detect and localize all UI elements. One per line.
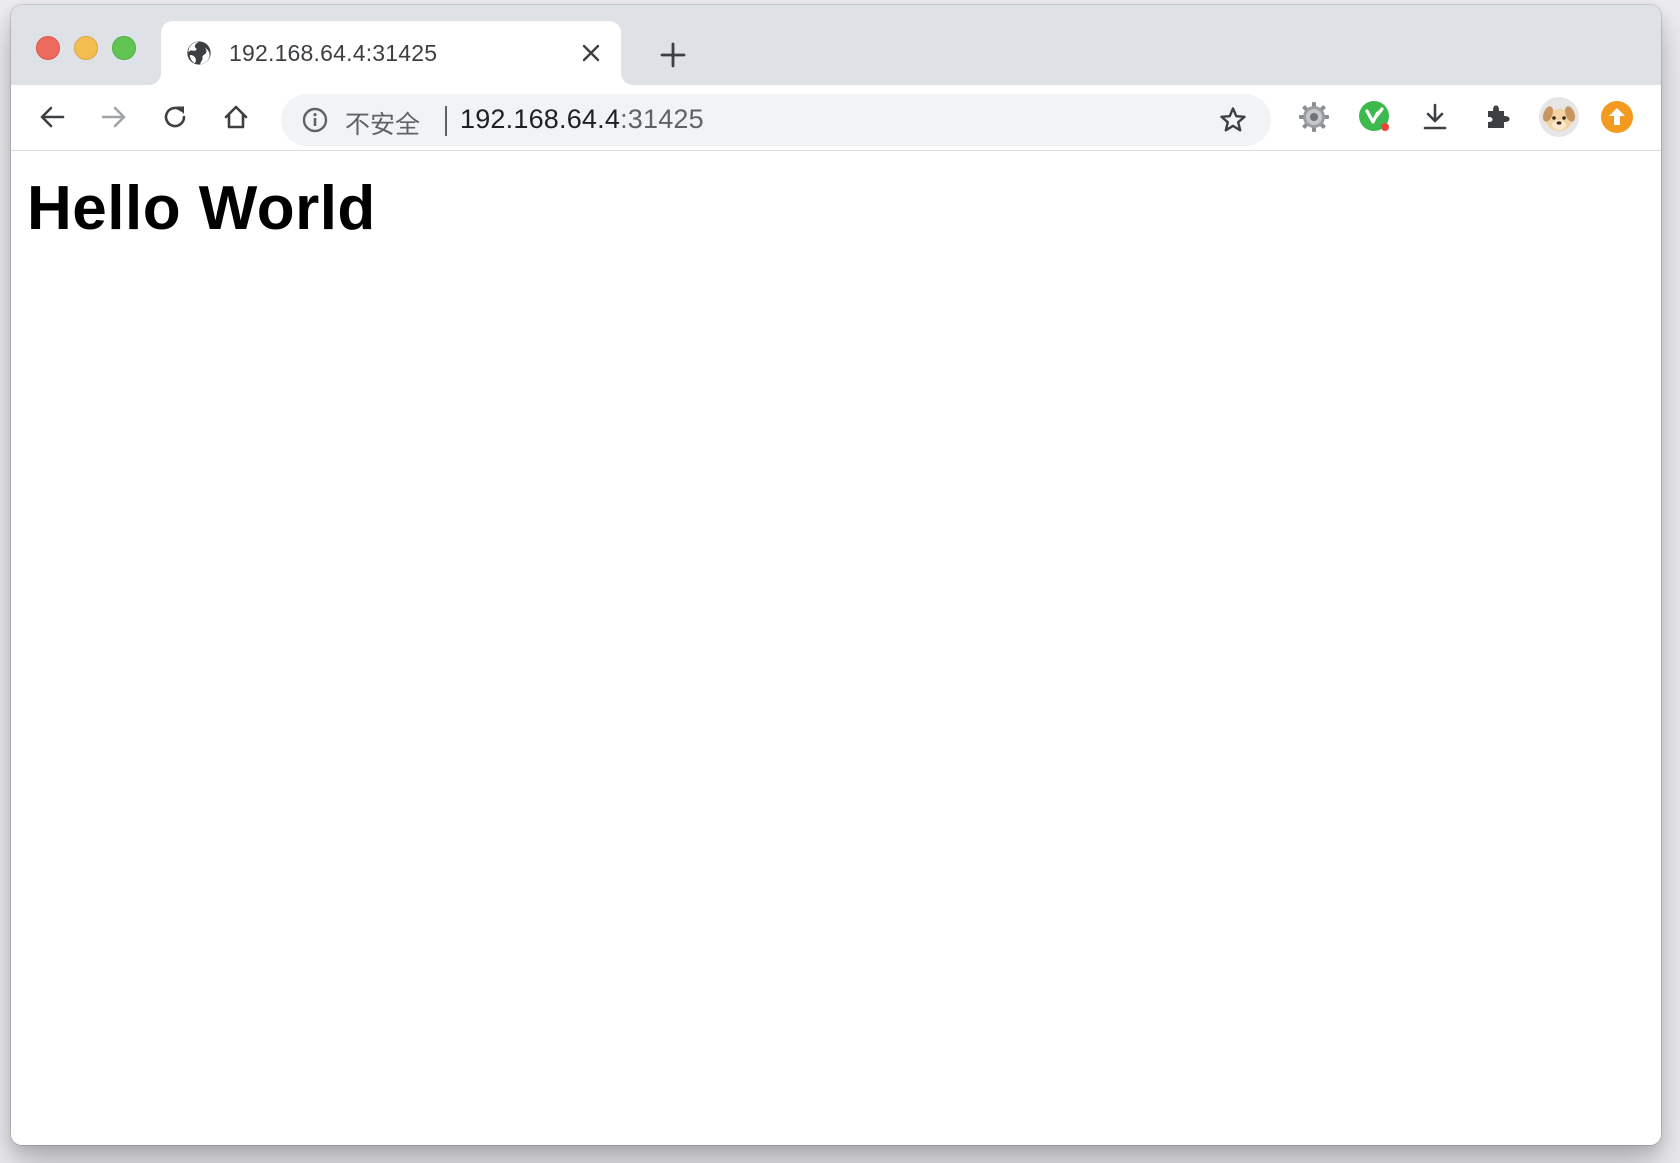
tab-title: 192.168.64.4:31425 xyxy=(229,40,438,66)
gear-extension-icon xyxy=(1298,101,1330,133)
reload-button[interactable] xyxy=(158,100,192,134)
back-button[interactable] xyxy=(35,100,69,134)
arrow-right-icon xyxy=(100,103,128,131)
maximize-window-button[interactable] xyxy=(112,36,136,60)
minimize-window-button[interactable] xyxy=(74,36,98,60)
security-divider xyxy=(445,106,447,136)
forward-button[interactable] xyxy=(97,100,131,134)
extension-gear-button[interactable] xyxy=(1296,99,1332,135)
home-button[interactable] xyxy=(219,100,253,134)
page-content: Hello World xyxy=(11,151,1661,1145)
home-icon xyxy=(222,103,250,131)
tab-strip: 192.168.64.4:31425 xyxy=(11,5,1661,85)
toolbar: 不安全 192.168.64.4:31425 xyxy=(11,85,1661,151)
downloads-button[interactable] xyxy=(1417,99,1453,135)
update-button[interactable] xyxy=(1599,99,1635,135)
plus-icon[interactable] xyxy=(659,41,687,69)
extensions-menu-button[interactable] xyxy=(1479,99,1515,135)
address-bar[interactable]: 不安全 192.168.64.4:31425 xyxy=(281,94,1271,146)
arrow-left-icon xyxy=(38,103,66,131)
green-v-extension-icon xyxy=(1358,100,1392,134)
extension-green-button[interactable] xyxy=(1357,99,1393,135)
browser-window: 192.168.64.4:31425 不安全 192.168.64.4:3142… xyxy=(11,5,1661,1145)
close-window-button[interactable] xyxy=(36,36,60,60)
url-port: :31425 xyxy=(620,104,704,134)
url-host: 192.168.64.4 xyxy=(460,104,621,134)
update-arrow-icon xyxy=(1600,100,1634,134)
info-icon[interactable] xyxy=(301,106,329,134)
page-heading: Hello World xyxy=(27,174,376,243)
globe-icon xyxy=(185,39,213,67)
url-text[interactable]: 192.168.64.4:31425 xyxy=(460,104,704,135)
star-icon[interactable] xyxy=(1218,105,1248,135)
reload-icon xyxy=(161,103,189,131)
close-icon[interactable] xyxy=(580,42,602,64)
profile-button[interactable] xyxy=(1538,96,1580,138)
active-tab[interactable]: 192.168.64.4:31425 xyxy=(161,21,621,85)
download-icon xyxy=(1420,102,1450,132)
dog-avatar-icon xyxy=(1538,96,1580,138)
puzzle-icon xyxy=(1482,102,1512,132)
security-label[interactable]: 不安全 xyxy=(345,105,420,141)
